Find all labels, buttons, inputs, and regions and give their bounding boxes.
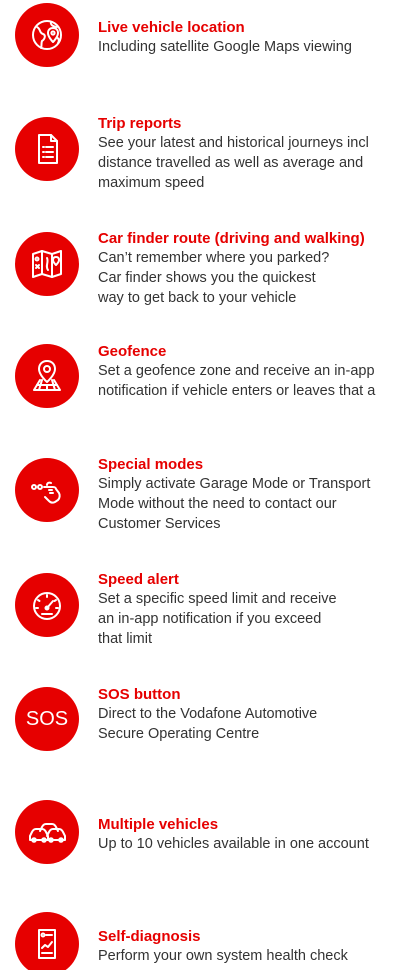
description-line: Set a specific speed limit and receive: [98, 591, 337, 607]
map-route-icon: [32, 250, 62, 278]
feature-description: Direct to the Vodafone Automotive Secure…: [98, 704, 409, 744]
feature-text: SOS button Direct to the Vodafone Automo…: [98, 685, 409, 744]
description-line: Including satellite Google Maps viewing: [98, 39, 352, 55]
feature-icon-circle: [15, 912, 79, 970]
feature-title: Special modes: [98, 456, 204, 473]
description-line: notification if vehicle enters or leaves…: [98, 383, 376, 399]
sos-icon-text: SOS: [25, 707, 69, 730]
description-line: distance travelled as well as average an…: [98, 155, 364, 171]
feature-text: Car finder route (driving and walking) C…: [98, 229, 409, 308]
feature-description: Perform your own system health check: [98, 946, 409, 966]
feature-text: Live vehicle location Including satellit…: [98, 18, 409, 57]
feature-text: Special modes Simply activate Garage Mod…: [98, 455, 409, 534]
speedometer-icon: [33, 592, 61, 620]
description-line: Car finder shows you the quickest: [98, 270, 316, 286]
feature-text: Self-diagnosis Perform your own system h…: [98, 927, 409, 966]
feature-title: SOS button: [98, 686, 181, 703]
description-line: Customer Services: [98, 516, 221, 532]
feature-title: Self-diagnosis: [98, 928, 201, 945]
feature-description: Up to 10 vehicles available in one accou…: [98, 834, 409, 854]
feature-description: Including satellite Google Maps viewing: [98, 37, 409, 57]
description-line: way to get back to your vehicle: [98, 290, 297, 306]
document-list-icon: [38, 134, 58, 164]
feature-description: Can’t remember where you parked? Car fin…: [98, 248, 409, 308]
feature-icon-circle: [15, 232, 79, 296]
hand-tap-icon: [31, 481, 61, 504]
feature-text: Trip reports See your latest and histori…: [98, 114, 409, 193]
description-line: Simply activate Garage Mode or Transport: [98, 476, 371, 492]
feature-title: Car finder route (driving and walking): [98, 230, 365, 247]
multiple-cars-icon: [29, 823, 66, 843]
health-report-icon: [38, 929, 56, 959]
feature-title: Live vehicle location: [98, 19, 245, 36]
description-line: Set a geofence zone and receive an in-ap…: [98, 363, 375, 379]
description-line: Direct to the Vodafone Automotive: [98, 706, 318, 722]
description-line: that limit: [98, 631, 152, 647]
feature-text: Speed alert Set a specific speed limit a…: [98, 570, 409, 649]
feature-text: Multiple vehicles Up to 10 vehicles avai…: [98, 815, 409, 854]
sos-icon: SOS: [15, 687, 79, 751]
feature-description: See your latest and historical journeys …: [98, 133, 409, 193]
feature-text: Geofence Set a geofence zone and receive…: [98, 342, 409, 401]
description-line: Can’t remember where you parked?: [98, 250, 330, 266]
description-line: Mode without the need to contact our: [98, 496, 337, 512]
feature-title: Multiple vehicles: [98, 816, 219, 833]
description-line: Perform your own system health check: [98, 948, 348, 964]
feature-title: Speed alert: [98, 571, 179, 588]
feature-description: Simply activate Garage Mode or Transport…: [98, 474, 409, 534]
globe-location-icon: [32, 20, 62, 50]
description-line: See your latest and historical journeys …: [98, 135, 369, 151]
description-line: Secure Operating Centre: [98, 726, 260, 742]
geofence-pin-icon: [33, 360, 61, 391]
feature-description: Set a geofence zone and receive an in-ap…: [98, 361, 409, 401]
description-line: Up to 10 vehicles available in one accou…: [98, 836, 369, 852]
feature-icon-circle: [15, 117, 79, 181]
description-line: maximum speed: [98, 175, 205, 191]
feature-description: Set a specific speed limit and receive a…: [98, 589, 409, 649]
feature-title: Trip reports: [98, 115, 182, 132]
feature-icon-circle: [15, 344, 79, 408]
description-line: an in-app notification if you exceed: [98, 611, 322, 627]
feature-title: Geofence: [98, 343, 167, 360]
feature-icon-circle: [15, 458, 79, 522]
feature-icon-circle: [15, 800, 79, 864]
feature-icon-circle: [15, 573, 79, 637]
feature-icon-circle: [15, 3, 79, 67]
features-list: Live vehicle location Including satellit…: [0, 0, 409, 970]
